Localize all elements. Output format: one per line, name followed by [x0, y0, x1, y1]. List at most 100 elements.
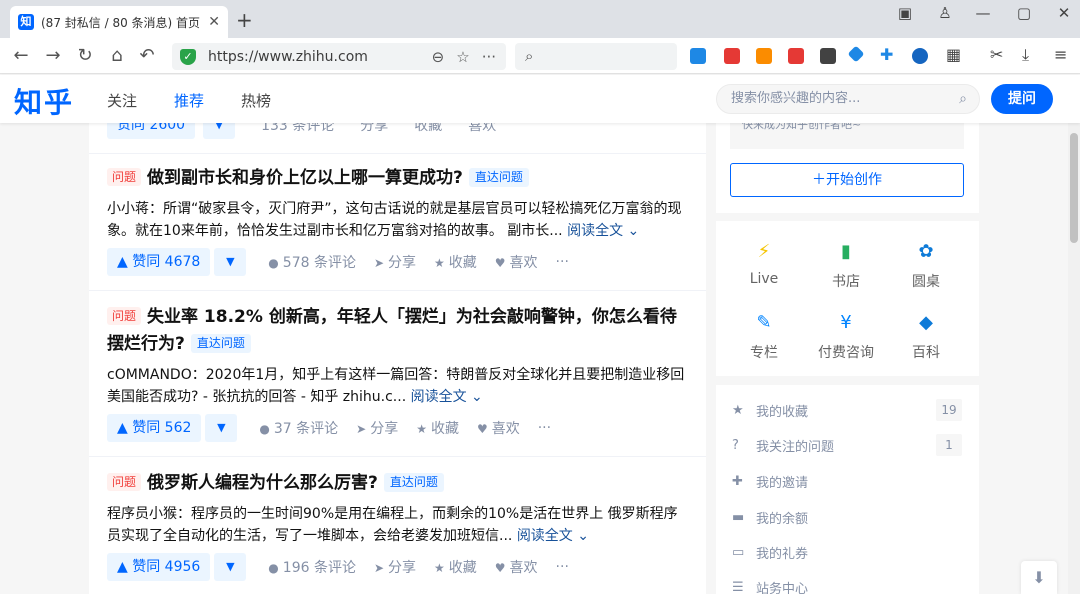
answer-excerpt[interactable]: 小小蒋：所谓“破家县令，灭门府尹”，这句古话说的就是基层官员可以轻松搞死亿万富翁… — [107, 198, 688, 242]
like-button[interactable]: ♥ 喜欢 — [495, 252, 538, 272]
question-title[interactable]: 问题 做到副市长和身价上亿以上哪一算更成功? 直达问题 — [107, 165, 688, 192]
direct-question-tag[interactable]: 直达问题 — [383, 473, 444, 492]
excerpt-text[interactable]: cOMMANDO：2020年1月，知乎上有这样一篇回答：特朗普反对全球化并且要把… — [107, 367, 684, 405]
comments-button[interactable]: ● 578 条评论 — [268, 252, 356, 272]
search-icon[interactable]: ⌕ — [959, 85, 967, 113]
grid-bookstore[interactable]: ▮ 书店 — [806, 239, 886, 291]
extension-4-icon[interactable] — [788, 48, 804, 64]
question-title-text[interactable]: 俄罗斯人编程为什么那么厉害? — [147, 473, 378, 493]
link-site-center[interactable]: ☰ 站务中心 — [732, 574, 962, 594]
extension-7-icon[interactable]: ✚ — [880, 45, 893, 64]
more-options-button[interactable]: ··· — [538, 420, 551, 436]
vote-up-button[interactable]: ▲ 赞同 4956 — [107, 553, 211, 581]
nav-recommend[interactable]: 推荐 — [174, 90, 204, 111]
nav-hot[interactable]: 热榜 — [241, 90, 271, 111]
collect-button[interactable]: 收藏 — [414, 123, 442, 135]
collect-button[interactable]: ★ 收藏 — [416, 418, 459, 438]
extension-8-icon[interactable] — [912, 48, 928, 64]
extension-3-icon[interactable] — [756, 48, 772, 64]
vote-up-button[interactable]: 赞同 2600 — [107, 123, 196, 139]
read-more-link[interactable]: 阅读全文 ⌄ — [411, 389, 483, 405]
answer-excerpt[interactable]: cOMMANDO：2020年1月，知乎上有这样一篇回答：特朗普反对全球化并且要把… — [107, 364, 688, 408]
read-more-link[interactable]: 阅读全文 ⌄ — [567, 223, 639, 239]
minimize-icon[interactable]: — — [968, 4, 998, 22]
excerpt-text[interactable]: 程序员小猴：程序员的一生时间90%是用在编程上，而剩余的10%是活在世界上 俄罗… — [107, 506, 678, 544]
comments-button[interactable]: ● 37 条评论 — [259, 418, 338, 438]
link-my-balance[interactable]: ▬ 我的余额 — [732, 504, 962, 530]
scrollbar-thumb[interactable] — [1070, 133, 1078, 243]
zhihu-header: 知乎 关注 推荐 热榜 搜索你感兴趣的内容... ⌕ 提问 — [0, 75, 1080, 123]
share-button[interactable]: ➤ 分享 — [356, 418, 398, 438]
extension-5-icon[interactable] — [820, 48, 836, 64]
more-options-button[interactable]: ··· — [556, 559, 569, 575]
read-more-link[interactable]: 阅读全文 ⌄ — [517, 528, 589, 544]
more-options-button[interactable]: ··· — [556, 254, 569, 270]
more-icon[interactable]: ··· — [482, 48, 496, 66]
browser-tab[interactable]: 知 (87 封私信 / 80 条消息) 首页 ✕ — [10, 6, 228, 38]
page-scrollbar[interactable] — [1068, 123, 1080, 594]
share-button[interactable]: ➤ 分享 — [374, 557, 416, 577]
back-icon[interactable]: ← — [10, 46, 32, 66]
search-input[interactable]: 搜索你感兴趣的内容... ⌕ — [716, 84, 980, 114]
extension-1-icon[interactable] — [690, 48, 706, 64]
address-bar[interactable]: ✓ https://www.zhihu.com ⊖ ☆ ··· — [172, 43, 506, 70]
reload-icon[interactable]: ↻ — [74, 46, 96, 66]
share-button[interactable]: 分享 — [360, 123, 388, 135]
window-close-icon[interactable]: ✕ — [1049, 4, 1079, 22]
site-center-icon: ☰ — [732, 579, 744, 594]
close-tab-icon[interactable]: ✕ — [208, 14, 220, 30]
zhihu-logo[interactable]: 知乎 — [14, 81, 74, 121]
tab-count-icon[interactable]: ▣ — [890, 4, 920, 22]
grid-label: Live — [749, 271, 779, 287]
menu-icon[interactable]: ≡ — [1054, 45, 1067, 64]
like-button[interactable]: ♥ 喜欢 — [477, 418, 520, 438]
vote-down-button[interactable]: ▼ — [214, 553, 247, 581]
vote-up-button[interactable]: ▲ 赞同 562 — [107, 414, 202, 442]
start-creating-button[interactable]: ＋开始创作 — [730, 163, 964, 197]
link-followed-questions[interactable]: ? 我关注的问题 1 — [732, 432, 962, 458]
back-to-top-button[interactable]: ⬇ — [1021, 561, 1057, 594]
download-icon[interactable]: ⤓ — [1022, 45, 1029, 65]
url-text[interactable]: https://www.zhihu.com — [208, 49, 368, 65]
vote-down-button[interactable]: ▼ — [214, 248, 247, 276]
browser-search-box[interactable]: ⌕ — [515, 43, 677, 70]
maximize-icon[interactable]: ▢ — [1009, 4, 1039, 22]
vote-down-button[interactable]: ▼ — [203, 123, 236, 139]
collect-button[interactable]: ★ 收藏 — [434, 252, 477, 272]
like-button[interactable]: ♥ 喜欢 — [495, 557, 538, 577]
new-tab-button[interactable]: + — [236, 10, 253, 30]
link-my-invitations[interactable]: ✚ 我的邀请 — [732, 468, 962, 494]
extension-6-icon[interactable] — [847, 45, 865, 63]
direct-question-tag[interactable]: 直达问题 — [190, 334, 251, 353]
undo-icon[interactable]: ↶ — [136, 46, 158, 66]
nav-follow[interactable]: 关注 — [107, 90, 137, 111]
comments-button[interactable]: 133 条评论 — [261, 123, 334, 135]
ask-button[interactable]: 提问 — [991, 84, 1053, 114]
comments-button[interactable]: ● 196 条评论 — [268, 557, 356, 577]
link-my-coupons[interactable]: ▭ 我的礼券 — [732, 539, 962, 565]
shirt-theme-icon[interactable]: ♙ — [930, 4, 960, 22]
vote-down-button[interactable]: ▼ — [205, 414, 238, 442]
question-title[interactable]: 问题 俄罗斯人编程为什么那么厉害? 直达问题 — [107, 470, 688, 497]
answer-excerpt[interactable]: 程序员小猴：程序员的一生时间90%是用在编程上，而剩余的10%是活在世界上 俄罗… — [107, 503, 688, 547]
extension-2-icon[interactable] — [724, 48, 740, 64]
grid-paid-consult[interactable]: ¥ 付费咨询 — [806, 310, 886, 362]
bookmark-star-icon[interactable]: ☆ — [456, 48, 469, 66]
home-icon[interactable]: ⌂ — [106, 46, 128, 66]
grid-live[interactable]: ⚡ Live — [724, 239, 804, 287]
question-title-text[interactable]: 做到副市长和身价上亿以上哪一算更成功? — [147, 168, 463, 188]
grid-encyclopedia[interactable]: ◆ 百科 — [886, 310, 966, 362]
direct-question-tag[interactable]: 直达问题 — [468, 168, 529, 187]
vote-up-button[interactable]: ▲ 赞同 4678 — [107, 248, 211, 276]
forward-icon[interactable]: → — [42, 46, 64, 66]
collect-button[interactable]: ★ 收藏 — [434, 557, 477, 577]
scissors-icon[interactable]: ✂ — [990, 45, 1003, 64]
apps-grid-icon[interactable]: ▦ — [946, 45, 961, 64]
grid-roundtable[interactable]: ✿ 圆桌 — [886, 239, 966, 291]
link-my-collections[interactable]: ★ 我的收藏 19 — [732, 397, 962, 423]
zoom-icon[interactable]: ⊖ — [432, 48, 445, 66]
question-title[interactable]: 问题 失业率 18.2% 创新高，年轻人「摆烂」为社会敲响警钟，你怎么看待摆烂行为… — [107, 304, 688, 358]
share-button[interactable]: ➤ 分享 — [374, 252, 416, 272]
grid-column[interactable]: ✎ 专栏 — [724, 310, 804, 362]
like-button[interactable]: 喜欢 — [468, 123, 496, 135]
